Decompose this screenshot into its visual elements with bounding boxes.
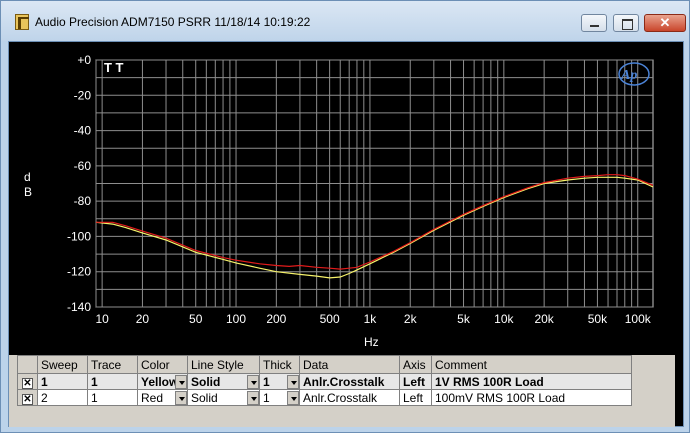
x-axis-label: Hz [364, 335, 379, 349]
trace-table: Sweep Trace Color Line Style Thick Data … [17, 355, 632, 406]
col-comment[interactable]: Comment [431, 355, 632, 374]
cell-axis[interactable]: Left [399, 373, 432, 390]
svg-text:Ap: Ap [620, 68, 637, 83]
x-tick-label: 100k [625, 312, 652, 326]
x-tick-label: 10k [494, 312, 514, 326]
table-row[interactable]: ✕ 1 1 Yellow Solid 1 Anlr.Crosstalk Left… [17, 373, 632, 390]
cell-thick: 1 [263, 374, 270, 389]
cell-comment[interactable]: 100mV RMS 100R Load [431, 389, 632, 406]
maximize-button[interactable] [613, 14, 639, 32]
cell-line-style: Solid [191, 374, 221, 389]
x-tick-label: 1k [364, 312, 378, 326]
trace-table-header: Sweep Trace Color Line Style Thick Data … [17, 355, 632, 374]
row-header-corner [17, 355, 38, 374]
cell-color: Red [141, 390, 164, 405]
y-tick-label: -140 [67, 300, 91, 314]
cursor-markers[interactable]: T T [104, 60, 124, 75]
y-tick-label: +0 [77, 53, 91, 67]
line-style-dropdown[interactable]: Solid [187, 389, 260, 406]
y-axis-label-d: d [24, 170, 31, 184]
cell-sweep[interactable]: 1 [37, 373, 88, 390]
col-thick[interactable]: Thick [259, 355, 300, 374]
window-title: Audio Precision ADM7150 PSRR 11/18/14 10… [35, 15, 311, 29]
trace-enable-checkbox[interactable]: ✕ [22, 377, 33, 389]
x-tick-label: 100 [226, 312, 246, 326]
chevron-down-icon[interactable] [175, 391, 187, 405]
x-tick-label: 50k [588, 312, 608, 326]
cell-line-style: Solid [191, 390, 218, 405]
y-tick-label: -20 [74, 88, 92, 102]
col-sweep[interactable]: Sweep [37, 355, 88, 374]
close-button[interactable]: ✕ [644, 14, 686, 32]
ap-logo-icon: Ap [618, 62, 650, 86]
x-tick-label: 50 [189, 312, 203, 326]
y-axis-label-b: B [24, 185, 32, 199]
color-dropdown[interactable]: Red [137, 389, 188, 406]
x-tick-label: 20k [534, 312, 554, 326]
x-tick-label: 5k [457, 312, 471, 326]
line-style-dropdown[interactable]: Solid [187, 373, 260, 390]
x-tick-label: 200 [266, 312, 286, 326]
chevron-down-icon[interactable] [247, 391, 259, 405]
title-bar[interactable]: Audio Precision ADM7150 PSRR 11/18/14 10… [1, 1, 689, 41]
chevron-down-icon[interactable] [287, 391, 299, 405]
x-tick-label: 2k [404, 312, 418, 326]
close-icon: ✕ [659, 15, 671, 30]
series-line-2[interactable] [96, 174, 654, 270]
app-logo-icon[interactable] [15, 14, 29, 30]
color-dropdown[interactable]: Yellow [137, 373, 188, 390]
y-tick-label: -60 [74, 159, 92, 173]
col-line-style[interactable]: Line Style [187, 355, 260, 374]
col-color[interactable]: Color [137, 355, 188, 374]
cell-trace[interactable]: 1 [87, 389, 138, 406]
thick-dropdown[interactable]: 1 [259, 389, 300, 406]
x-tick-label: 500 [320, 312, 340, 326]
crosstalk-chart[interactable]: 10 20 50 100 200 500 1k 2k 5k 10k 20k 50k 100k +0 -20 -… [9, 42, 683, 354]
cell-trace[interactable]: 1 [87, 373, 138, 390]
cell-sweep[interactable]: 2 [37, 389, 88, 406]
col-trace[interactable]: Trace [87, 355, 138, 374]
app-window: Audio Precision ADM7150 PSRR 11/18/14 10… [0, 0, 690, 433]
y-tick-label: -120 [67, 265, 91, 279]
y-tick-label: -100 [67, 229, 91, 243]
x-tick-label: 10 [95, 312, 109, 326]
trace-enable-checkbox[interactable]: ✕ [22, 393, 33, 405]
trace-table-panel: Sweep Trace Color Line Style Thick Data … [9, 355, 675, 427]
chevron-down-icon[interactable] [175, 375, 187, 389]
cell-comment[interactable]: 1V RMS 100R Load [431, 373, 632, 390]
chevron-down-icon[interactable] [287, 375, 299, 389]
col-axis[interactable]: Axis [399, 355, 432, 374]
thick-dropdown[interactable]: 1 [259, 373, 300, 390]
cell-axis[interactable]: Left [399, 389, 432, 406]
minimize-button[interactable] [581, 14, 607, 32]
y-tick-label: -40 [74, 124, 92, 138]
cell-data[interactable]: Anlr.Crosstalk [299, 373, 400, 390]
chevron-down-icon[interactable] [247, 375, 259, 389]
x-tick-label: 20 [136, 312, 150, 326]
col-data[interactable]: Data [299, 355, 400, 374]
cell-color: Yellow [141, 374, 179, 389]
y-tick-label: -80 [74, 194, 92, 208]
table-row[interactable]: ✕ 2 1 Red Solid 1 Anlr.Crosstalk Left 10… [17, 389, 632, 406]
cell-data[interactable]: Anlr.Crosstalk [299, 389, 400, 406]
series-line-1[interactable] [95, 176, 654, 279]
cell-thick: 1 [263, 390, 270, 405]
